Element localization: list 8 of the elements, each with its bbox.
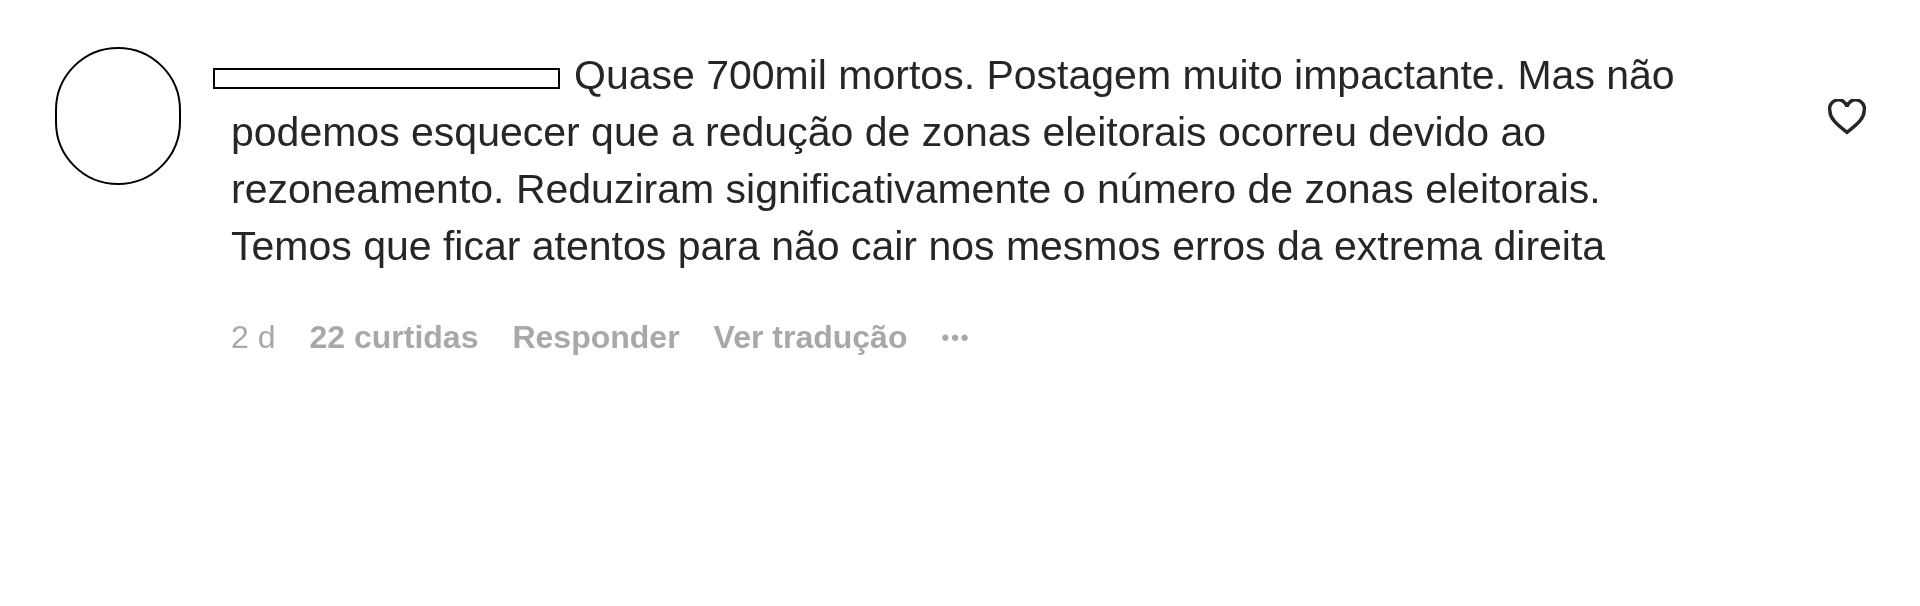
comment-time: 2 d (231, 318, 276, 357)
comment-text: Quase 700mil mortos. Postagem muito impactante. Mas não podemos esquecer que a redução de zonas eleitorais ocorreu devido ao rezoneamento. Reduziram significativamente o número de zonas eleitorais. Temos que ficar atentos para não cair nos mesmos erros da extrema direita (231, 47, 1711, 275)
avatar[interactable] (55, 47, 181, 185)
comment-action[interactable]: Ver tradução (713, 313, 908, 361)
more-options[interactable]: ••• (941, 320, 971, 354)
comment-action[interactable]: Responder (512, 313, 680, 361)
heart-icon[interactable] (1826, 99, 1868, 135)
likes-count[interactable]: 22 curtidas (309, 313, 479, 361)
